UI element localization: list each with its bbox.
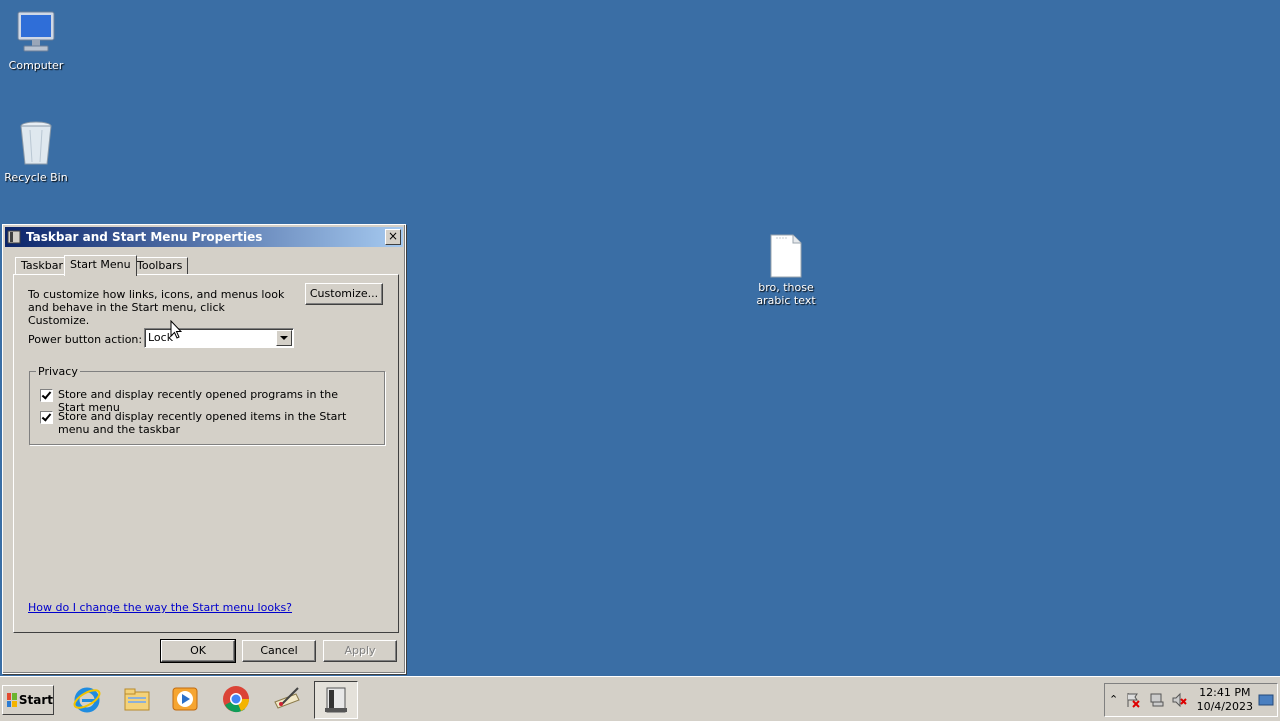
paint-icon xyxy=(274,687,300,709)
title-bar[interactable]: Taskbar and Start Menu Properties × xyxy=(5,227,403,247)
volume-muted-icon[interactable] xyxy=(1171,692,1187,708)
cancel-button[interactable]: Cancel xyxy=(242,640,316,662)
desktop-icon-label: Recycle Bin xyxy=(4,171,68,184)
power-button-label: Power button action: xyxy=(28,333,143,346)
network-icon[interactable] xyxy=(1149,692,1165,708)
start-label: Start xyxy=(18,693,53,707)
desktop-icon-label: bro, those xyxy=(758,281,814,294)
desktop-icon-recycle-bin[interactable]: Recycle Bin xyxy=(0,120,74,184)
ok-button[interactable]: OK xyxy=(160,639,236,663)
mouse-cursor-icon xyxy=(170,320,182,339)
chevron-down-icon[interactable] xyxy=(276,330,292,346)
taskbar-app-media-player[interactable] xyxy=(164,681,206,717)
privacy-group: Privacy Store and display recently opene… xyxy=(29,365,385,445)
programs-checkbox[interactable] xyxy=(40,389,53,402)
desktop-icon-computer[interactable]: Computer xyxy=(0,8,74,72)
taskbar-properties-dialog: Taskbar and Start Menu Properties × Task… xyxy=(2,224,406,674)
action-center-icon[interactable] xyxy=(1125,692,1141,708)
start-button[interactable]: Start xyxy=(2,685,54,715)
tab-taskbar[interactable]: Taskbar xyxy=(15,257,69,274)
tab-toolbars[interactable]: Toolbars xyxy=(131,257,189,274)
taskbar-app-internet-explorer[interactable] xyxy=(66,681,108,717)
start-menu-panel: To customize how links, icons, and menus… xyxy=(13,274,399,633)
windows-logo-icon xyxy=(7,693,17,707)
recycle-bin-icon xyxy=(12,120,60,168)
taskbar-properties-icon xyxy=(325,687,347,713)
taskbar-properties-icon xyxy=(7,230,21,244)
taskbar-app-chrome[interactable] xyxy=(215,681,257,717)
close-button[interactable]: × xyxy=(385,229,401,245)
customize-description: To customize how links, icons, and menus… xyxy=(28,288,285,327)
internet-explorer-icon xyxy=(73,687,101,713)
desktop-icon-label: arabic text xyxy=(756,294,816,307)
show-desktop-icon[interactable] xyxy=(1258,692,1274,708)
media-player-icon xyxy=(172,687,198,711)
apply-button[interactable]: Apply xyxy=(323,640,397,662)
system-tray: ⌃ 12:41 PM 10/4/2023 xyxy=(1104,683,1278,717)
file-explorer-icon xyxy=(124,688,150,711)
clock-time: 12:41 PM xyxy=(1199,686,1251,699)
dialog-title: Taskbar and Start Menu Properties xyxy=(26,230,263,244)
taskbar: Start ⌃ 12:41 PM 10/4/2023 xyxy=(0,676,1280,721)
clock-date: 10/4/2023 xyxy=(1196,700,1253,713)
privacy-option-items[interactable]: Store and display recently opened items … xyxy=(40,410,363,436)
power-button-select[interactable]: Lock xyxy=(144,328,294,348)
desktop-icon-text-file[interactable]: bro, those arabic text xyxy=(748,234,824,307)
taskbar-app-file-explorer[interactable] xyxy=(116,681,158,717)
items-checkbox-label: Store and display recently opened items … xyxy=(58,410,347,436)
computer-icon xyxy=(12,8,60,56)
taskbar-app-taskbar-properties[interactable] xyxy=(314,681,358,719)
tab-start-menu[interactable]: Start Menu xyxy=(64,255,137,276)
clock[interactable]: 12:41 PM 10/4/2023 xyxy=(1197,686,1253,714)
customize-button[interactable]: Customize... xyxy=(305,283,383,305)
items-checkbox[interactable] xyxy=(40,411,53,424)
start-menu-help-link[interactable]: How do I change the way the Start menu l… xyxy=(28,601,292,614)
show-hidden-icons-icon[interactable]: ⌃ xyxy=(1109,693,1118,706)
taskbar-app-paint[interactable] xyxy=(266,681,308,717)
desktop-icon-label: Computer xyxy=(8,59,64,72)
privacy-legend: Privacy xyxy=(36,365,80,378)
text-file-icon xyxy=(768,234,804,278)
chrome-icon xyxy=(223,686,249,713)
